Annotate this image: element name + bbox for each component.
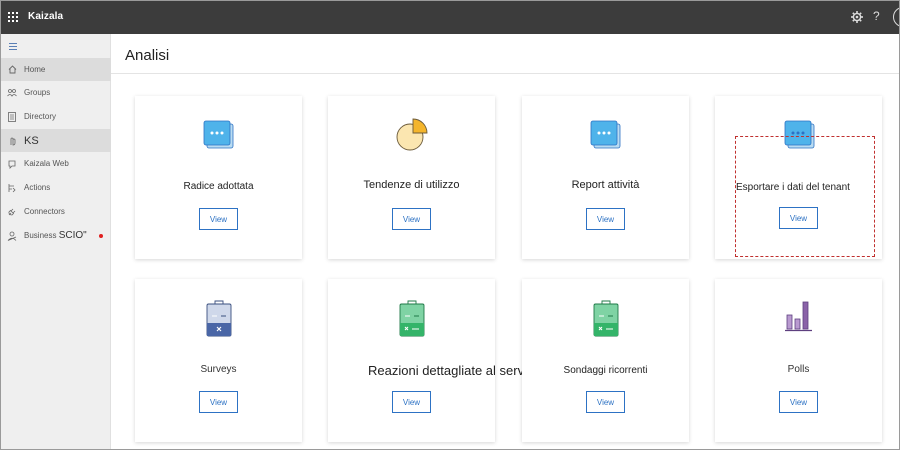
business-icon	[7, 231, 17, 241]
view-button[interactable]: View	[779, 207, 818, 229]
feedback-clipboard-icon	[399, 300, 425, 337]
card-label: Reazioni dettagliate al servizio	[368, 363, 544, 378]
sidebar-item-directory[interactable]: Directory	[1, 105, 111, 128]
card-report-attivita[interactable]: Report attività View	[522, 96, 689, 259]
recurring-clipboard-icon	[593, 300, 619, 337]
sidebar-item-kaizala-web[interactable]: Kaizala Web	[1, 152, 111, 175]
card-polls[interactable]: Polls View	[715, 279, 882, 442]
sidebar-item-home[interactable]: Home	[1, 58, 111, 81]
business-label-suffix: SCIO"	[58, 230, 87, 241]
card-surveys[interactable]: Surveys View	[135, 279, 302, 442]
home-icon	[7, 65, 17, 75]
view-button[interactable]: View	[392, 208, 431, 230]
hand-icon	[7, 136, 17, 146]
view-button[interactable]: View	[586, 208, 625, 230]
card-label: Surveys	[200, 364, 237, 375]
sidebar-item-actions[interactable]: Actions	[1, 176, 111, 199]
sidebar-item-label: Actions	[24, 183, 51, 192]
sidebar-item-label: KS	[24, 134, 39, 147]
top-bar: Kaizala ?	[1, 1, 899, 34]
card-radice-adottata[interactable]: Radice adottata View	[135, 96, 302, 259]
card-label: Radice adottata	[183, 181, 254, 192]
title-divider	[111, 73, 899, 74]
view-button[interactable]: View	[586, 391, 625, 413]
hamburger-menu-icon[interactable]	[9, 43, 17, 50]
chat-bubbles-icon	[203, 120, 234, 149]
card-label: Sondaggi ricorrenti	[563, 365, 648, 376]
business-label: Business	[24, 231, 57, 240]
notification-dot	[99, 233, 103, 238]
pie-chart-icon	[396, 118, 428, 151]
chat-bubbles-icon	[590, 120, 621, 149]
sidebar-item-groups[interactable]: Groups	[1, 81, 111, 104]
gear-icon[interactable]	[850, 10, 864, 24]
web-icon	[7, 159, 17, 169]
card-tendenze-di-utilizzo[interactable]: Tendenze di utilizzo View	[328, 96, 495, 259]
plug-icon	[7, 207, 17, 217]
actions-icon	[7, 183, 17, 193]
view-button[interactable]: View	[199, 391, 238, 413]
sidebar-item-label: Business SCIO"	[24, 230, 87, 241]
apps-grid-icon[interactable]	[8, 12, 18, 22]
sidebar: Home Groups Directory KS Kaizala Web Act…	[1, 34, 111, 449]
card-label: Esportare i dati del tenant	[736, 182, 850, 193]
directory-icon	[7, 111, 17, 122]
card-reazioni-dettagliate[interactable]: Reazioni dettagliate al servizio View	[328, 279, 544, 442]
groups-icon	[7, 88, 17, 98]
chat-bubbles-icon	[784, 120, 815, 149]
sidebar-item-label: Directory	[24, 112, 57, 121]
view-button[interactable]: View	[199, 208, 238, 230]
card-label: Tendenze di utilizzo	[363, 179, 460, 191]
survey-clipboard-icon	[206, 300, 232, 337]
app-window: Kaizala ? Home Groups Directory KS Kaiza…	[0, 0, 900, 450]
sidebar-item-label: Connectors	[24, 207, 65, 216]
view-button[interactable]: View	[392, 391, 431, 413]
card-sondaggi-ricorrenti[interactable]: Sondaggi ricorrenti View	[522, 279, 689, 442]
sidebar-item-connectors[interactable]: Connectors	[1, 200, 111, 223]
card-esportare-dati-tenant[interactable]: Esportare i dati del tenant View	[715, 96, 882, 259]
sidebar-item-business[interactable]: Business SCIO"	[1, 224, 111, 247]
poll-bars-icon	[785, 301, 812, 332]
app-title: Kaizala	[28, 11, 64, 22]
sidebar-item-ks[interactable]: KS	[1, 129, 111, 152]
sidebar-item-label: Groups	[24, 88, 51, 97]
card-label: Polls	[787, 364, 810, 375]
sidebar-item-label: Home	[24, 65, 46, 74]
page-title: Analisi	[125, 47, 170, 64]
sidebar-item-label: Kaizala Web	[24, 159, 69, 168]
card-label: Report attività	[571, 179, 640, 191]
avatar-icon[interactable]	[893, 7, 899, 27]
help-icon[interactable]: ?	[873, 9, 880, 23]
view-button[interactable]: View	[779, 391, 818, 413]
